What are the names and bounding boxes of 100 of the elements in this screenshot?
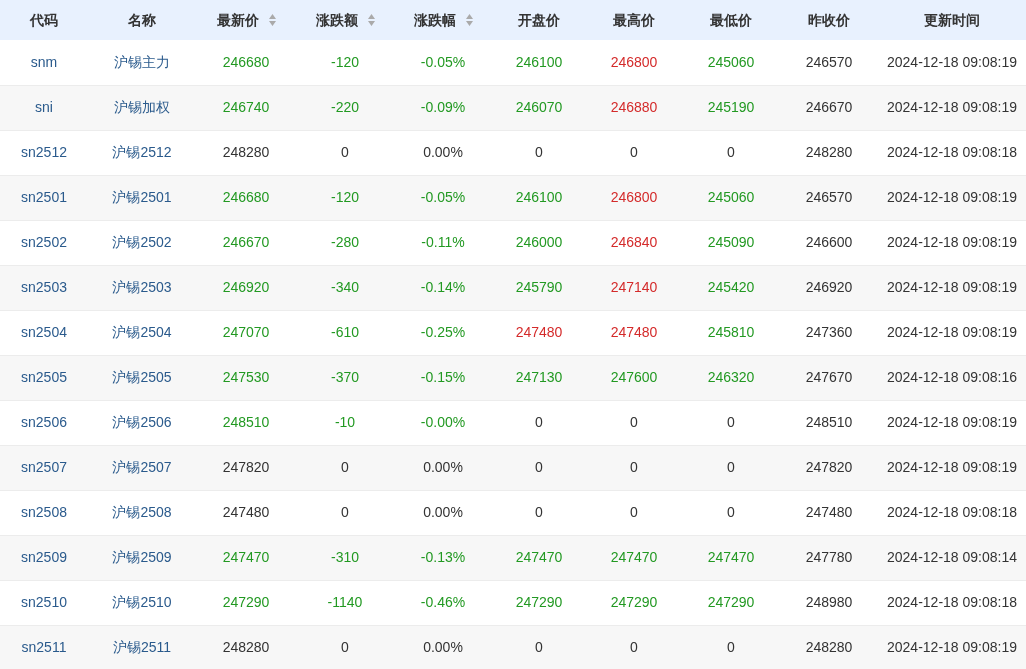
contract-code-link[interactable]: sn2506 — [0, 400, 88, 445]
table-cell: 0 — [586, 400, 682, 445]
table-cell: -0.46% — [394, 580, 492, 625]
table-cell: 247470 — [682, 535, 780, 580]
table-cell: 247290 — [586, 580, 682, 625]
contract-name-link[interactable]: 沪锡2503 — [88, 265, 196, 310]
contract-code-link[interactable]: sn2502 — [0, 220, 88, 265]
contract-code-link[interactable]: sn2508 — [0, 490, 88, 535]
contract-name-link[interactable]: 沪锡2506 — [88, 400, 196, 445]
contract-code-link[interactable]: sn2512 — [0, 130, 88, 175]
contract-name-link[interactable]: 沪锡2504 — [88, 310, 196, 355]
contract-code-link[interactable]: sn2509 — [0, 535, 88, 580]
table-cell: 2024-12-18 09:08:19 — [878, 445, 1026, 490]
table-cell: 246000 — [492, 220, 586, 265]
table-cell: 246070 — [492, 85, 586, 130]
column-header: 最低价 — [710, 10, 752, 30]
table-cell: 0 — [492, 130, 586, 175]
contract-name-link[interactable]: 沪锡2510 — [88, 580, 196, 625]
table-cell: 0 — [492, 490, 586, 535]
table-cell: 246680 — [196, 40, 296, 85]
table-cell: 247130 — [492, 355, 586, 400]
table-cell: 2024-12-18 09:08:19 — [878, 625, 1026, 669]
table-cell: -0.25% — [394, 310, 492, 355]
table-cell: 246920 — [196, 265, 296, 310]
contract-code-link[interactable]: sn2501 — [0, 175, 88, 220]
table-cell: 0 — [296, 490, 394, 535]
contract-name-link[interactable]: 沪锡加权 — [88, 85, 196, 130]
contract-code-link[interactable]: sn2507 — [0, 445, 88, 490]
table-cell: 246840 — [586, 220, 682, 265]
table-cell: 247600 — [586, 355, 682, 400]
table-cell: 246800 — [586, 40, 682, 85]
table-cell: 247820 — [780, 445, 878, 490]
contract-code-link[interactable]: sni — [0, 85, 88, 130]
contract-name-link[interactable]: 沪锡2502 — [88, 220, 196, 265]
table-cell: 246880 — [586, 85, 682, 130]
table-cell: 0 — [586, 625, 682, 669]
contract-name-link[interactable]: 沪锡主力 — [88, 40, 196, 85]
table-cell: 245420 — [682, 265, 780, 310]
table-cell: 2024-12-18 09:08:14 — [878, 535, 1026, 580]
table-cell: 245790 — [492, 265, 586, 310]
contract-name-link[interactable]: 沪锡2508 — [88, 490, 196, 535]
column-header: 名称 — [128, 10, 156, 30]
table-cell: 247530 — [196, 355, 296, 400]
column-header: 更新时间 — [924, 10, 980, 30]
table-cell: 2024-12-18 09:08:19 — [878, 310, 1026, 355]
table-cell: -0.15% — [394, 355, 492, 400]
table-cell: 0.00% — [394, 625, 492, 669]
table-cell: -0.00% — [394, 400, 492, 445]
contract-name-link[interactable]: 沪锡2501 — [88, 175, 196, 220]
table-cell: 247070 — [196, 310, 296, 355]
table-cell: 248980 — [780, 580, 878, 625]
contract-code-link[interactable]: sn2503 — [0, 265, 88, 310]
table-cell: 246100 — [492, 40, 586, 85]
table-cell: 248510 — [780, 400, 878, 445]
contract-name-link[interactable]: 沪锡2511 — [88, 625, 196, 669]
table-cell: 247480 — [780, 490, 878, 535]
table-cell: 245190 — [682, 85, 780, 130]
contract-name-link[interactable]: 沪锡2507 — [88, 445, 196, 490]
table-cell: 0 — [296, 625, 394, 669]
table-cell: 248280 — [780, 625, 878, 669]
contract-code-link[interactable]: sn2510 — [0, 580, 88, 625]
table-cell: -120 — [296, 175, 394, 220]
table-cell: 246600 — [780, 220, 878, 265]
table-cell: 247670 — [780, 355, 878, 400]
table-cell: 248510 — [196, 400, 296, 445]
table-cell: 246670 — [196, 220, 296, 265]
contract-code-link[interactable]: sn2511 — [0, 625, 88, 669]
table-cell: 247470 — [586, 535, 682, 580]
contract-code-link[interactable]: sn2504 — [0, 310, 88, 355]
table-cell: 248280 — [780, 130, 878, 175]
table-cell: -0.05% — [394, 175, 492, 220]
table-cell: 246920 — [780, 265, 878, 310]
table-cell: -1140 — [296, 580, 394, 625]
table-cell: 246800 — [586, 175, 682, 220]
table-cell: 247820 — [196, 445, 296, 490]
contract-name-link[interactable]: 沪锡2509 — [88, 535, 196, 580]
table-cell: -0.13% — [394, 535, 492, 580]
table-cell: 2024-12-18 09:08:19 — [878, 400, 1026, 445]
table-cell: 0.00% — [394, 130, 492, 175]
table-cell: 247290 — [196, 580, 296, 625]
table-cell: 0 — [682, 490, 780, 535]
table-cell: 247480 — [492, 310, 586, 355]
contract-code-link[interactable]: sn2505 — [0, 355, 88, 400]
sort-icon[interactable] — [268, 14, 276, 26]
table-cell: -0.11% — [394, 220, 492, 265]
table-cell: -610 — [296, 310, 394, 355]
table-cell: -0.09% — [394, 85, 492, 130]
sort-icon[interactable] — [367, 14, 375, 26]
table-cell: 2024-12-18 09:08:16 — [878, 355, 1026, 400]
table-cell: -370 — [296, 355, 394, 400]
sort-icon[interactable] — [465, 14, 473, 26]
table-cell: 246320 — [682, 355, 780, 400]
table-cell: 247140 — [586, 265, 682, 310]
contract-name-link[interactable]: 沪锡2505 — [88, 355, 196, 400]
table-cell: 0 — [682, 625, 780, 669]
table-cell: 246680 — [196, 175, 296, 220]
table-cell: 246740 — [196, 85, 296, 130]
contract-name-link[interactable]: 沪锡2512 — [88, 130, 196, 175]
table-cell: -10 — [296, 400, 394, 445]
contract-code-link[interactable]: snm — [0, 40, 88, 85]
